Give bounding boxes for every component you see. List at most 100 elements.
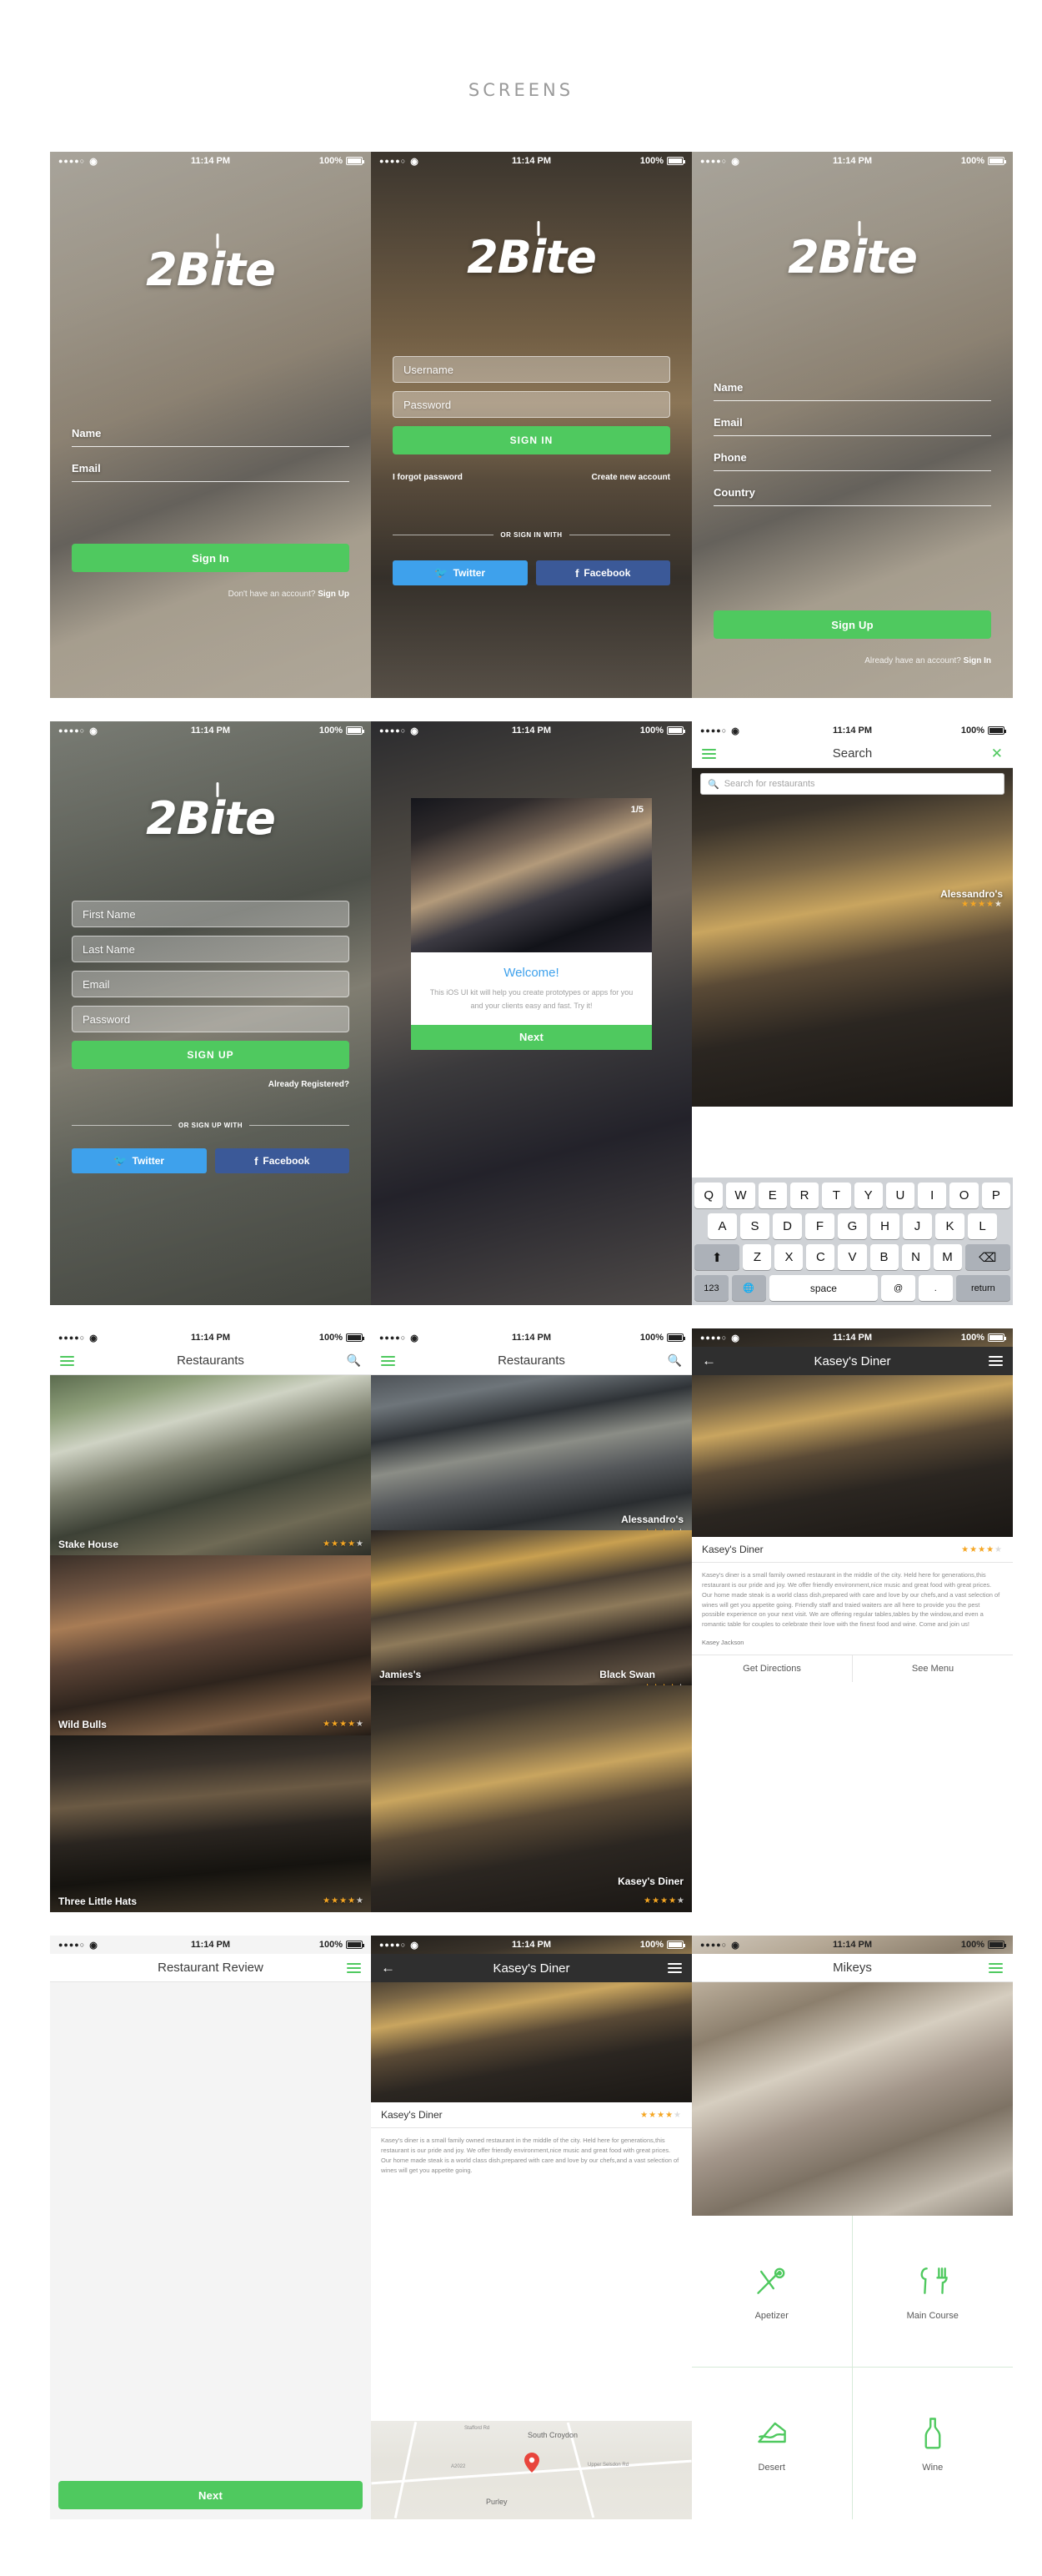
- key-n[interactable]: N: [901, 1244, 930, 1270]
- hamburger-icon[interactable]: [989, 1961, 1003, 1976]
- field-email[interactable]: Email: [714, 416, 991, 436]
- restaurant-card[interactable]: Stake House ★★★★★: [50, 1375, 371, 1555]
- category-desert[interactable]: Desert: [692, 2368, 853, 2519]
- next-button[interactable]: Next: [411, 1024, 652, 1050]
- next-button[interactable]: Next: [58, 2481, 363, 2509]
- category-apetizer[interactable]: Apetizer: [692, 2216, 853, 2368]
- key-s[interactable]: S: [740, 1213, 769, 1239]
- screen-restaurant-map[interactable]: ●●●●○ ◉ 11:14 PM 100% ← Kasey's Diner Ka…: [371, 1936, 692, 2519]
- globe-icon[interactable]: 🌐: [731, 1275, 766, 1301]
- key-h[interactable]: H: [870, 1213, 899, 1239]
- signup-link[interactable]: Sign Up: [318, 590, 349, 599]
- key-a[interactable]: A: [708, 1213, 737, 1239]
- key-v[interactable]: V: [838, 1244, 867, 1270]
- search-input[interactable]: 🔍 Search for restaurants: [700, 773, 1004, 795]
- password-input[interactable]: Password: [393, 391, 670, 418]
- key-i[interactable]: I: [918, 1183, 947, 1208]
- create-account-link[interactable]: Create new account: [592, 473, 670, 482]
- hamburger-icon[interactable]: [347, 1961, 361, 1976]
- hamburger-icon[interactable]: [702, 746, 716, 761]
- period-key[interactable]: .: [918, 1275, 953, 1301]
- map-pin-icon[interactable]: [524, 2453, 539, 2477]
- email-input[interactable]: Email: [72, 971, 349, 997]
- signin-button[interactable]: SIGN IN: [393, 426, 670, 454]
- twitter-button[interactable]: 🐦 Twitter: [393, 560, 528, 585]
- facebook-button[interactable]: f Facebook: [214, 1148, 349, 1173]
- field-email[interactable]: Email: [72, 462, 349, 482]
- see-menu-button[interactable]: See Menu: [852, 1655, 1013, 1682]
- facebook-button[interactable]: f Facebook: [535, 560, 670, 585]
- screen-review[interactable]: ●●●●○ ◉ 11:14 PM 100% Restaurant Review …: [50, 1936, 371, 2519]
- key-o[interactable]: O: [949, 1183, 979, 1208]
- restaurant-card[interactable]: Alessandro's ★★★★★: [371, 1375, 692, 1530]
- back-arrow-icon[interactable]: ←: [702, 1353, 716, 1369]
- key-c[interactable]: C: [806, 1244, 835, 1270]
- signup-button[interactable]: Sign Up: [714, 610, 991, 639]
- key-t[interactable]: T: [822, 1183, 851, 1208]
- key-q[interactable]: Q: [694, 1183, 724, 1208]
- already-registered-link[interactable]: Already Registered?: [268, 1080, 349, 1089]
- category-wine[interactable]: Wine: [853, 2368, 1014, 2519]
- space-key[interactable]: space: [769, 1275, 879, 1301]
- screen-search[interactable]: ●●●●○ ◉ 11:14 PM 100% Search ✕ Alessandr…: [692, 721, 1013, 1305]
- key-b[interactable]: B: [869, 1244, 899, 1270]
- hamburger-icon[interactable]: [668, 1961, 682, 1976]
- screen-signin-simple[interactable]: ●●●●○ ◉ 11:14 PM 100% 2Bite Name Email S: [50, 152, 371, 698]
- key-f[interactable]: F: [805, 1213, 834, 1239]
- close-icon[interactable]: ✕: [991, 746, 1003, 761]
- screen-signup-simple[interactable]: ●●●●○ ◉ 11:14 PM 100% 2Bite Name Email P…: [692, 152, 1013, 698]
- key-r[interactable]: R: [789, 1183, 819, 1208]
- hamburger-icon[interactable]: [381, 1353, 395, 1368]
- key-x[interactable]: X: [774, 1244, 804, 1270]
- get-directions-button[interactable]: Get Directions: [692, 1655, 852, 1682]
- map-view[interactable]: Stafford Rd South Croydon A2022 Upper Se…: [371, 2421, 692, 2519]
- screen-onboarding[interactable]: ●●●●○ ◉ 11:14 PM 100% 1/5 Welcome! This …: [371, 721, 692, 1305]
- field-country[interactable]: Country: [714, 486, 991, 506]
- username-input[interactable]: Username: [393, 356, 670, 383]
- hamburger-icon[interactable]: [60, 1353, 74, 1368]
- signin-button[interactable]: Sign In: [72, 544, 349, 572]
- key-k[interactable]: K: [935, 1213, 964, 1239]
- return-key[interactable]: return: [955, 1275, 1010, 1301]
- key-y[interactable]: Y: [854, 1183, 883, 1208]
- key-l[interactable]: L: [968, 1213, 997, 1239]
- field-phone[interactable]: Phone: [714, 451, 991, 471]
- signup-hint[interactable]: Don't have an account? Sign Up: [228, 590, 349, 599]
- key-e[interactable]: E: [758, 1183, 787, 1208]
- key-g[interactable]: G: [838, 1213, 867, 1239]
- first-name-input[interactable]: First Name: [72, 901, 349, 927]
- key-d[interactable]: D: [773, 1213, 802, 1239]
- screen-signup-full[interactable]: ●●●●○ ◉ 11:14 PM 100% 2Bite First Name L…: [50, 721, 371, 1305]
- forgot-password-link[interactable]: I forgot password: [393, 473, 463, 482]
- shift-icon[interactable]: ⬆: [694, 1244, 740, 1270]
- keyboard[interactable]: Q W E R T Y U I O P A S D F G H J K L ⬆ …: [692, 1178, 1013, 1305]
- field-name[interactable]: Name: [714, 381, 991, 401]
- signup-button[interactable]: SIGN UP: [72, 1041, 349, 1069]
- key-u[interactable]: U: [885, 1183, 915, 1208]
- twitter-button[interactable]: 🐦 Twitter: [72, 1148, 207, 1173]
- search-icon[interactable]: 🔍: [668, 1353, 682, 1368]
- signin-link[interactable]: Sign In: [964, 656, 991, 665]
- search-icon[interactable]: 🔍: [347, 1353, 361, 1368]
- key-j[interactable]: J: [903, 1213, 932, 1239]
- key-z[interactable]: Z: [743, 1244, 772, 1270]
- screen-login[interactable]: ●●●●○ ◉ 11:14 PM 100% 2Bite Username Pas…: [371, 152, 692, 698]
- restaurant-card[interactable]: Kasey's Diner ★★★★★: [371, 1685, 692, 1912]
- screen-restaurants-grid[interactable]: ●●●●○ ◉ 11:14 PM 100% Restaurants 🔍 Ales…: [371, 1328, 692, 1912]
- restaurant-card[interactable]: Jamies's Black Swan ★★★★★: [371, 1530, 692, 1685]
- screen-restaurants-list[interactable]: ●●●●○ ◉ 11:14 PM 100% Restaurants 🔍 Stak…: [50, 1328, 371, 1912]
- screen-menu-categories[interactable]: ●●●●○ ◉ 11:14 PM 100% Mikeys Apetizer Ma…: [692, 1936, 1013, 2519]
- restaurant-card[interactable]: Three Little Hats ★★★★★: [50, 1735, 371, 1912]
- hamburger-icon[interactable]: [989, 1353, 1003, 1368]
- key-w[interactable]: W: [726, 1183, 755, 1208]
- back-arrow-icon[interactable]: ←: [381, 1960, 395, 1976]
- category-main-course[interactable]: Main Course: [852, 2216, 1013, 2368]
- screen-restaurant-detail[interactable]: ●●●●○ ◉ 11:14 PM 100% ← Kasey's Diner Ka…: [692, 1328, 1013, 1912]
- last-name-input[interactable]: Last Name: [72, 936, 349, 962]
- password-input[interactable]: Password: [72, 1006, 349, 1032]
- field-name[interactable]: Name: [72, 427, 349, 447]
- backspace-icon[interactable]: ⌫: [964, 1244, 1010, 1270]
- restaurant-card[interactable]: Wild Bulls ★★★★★: [50, 1555, 371, 1735]
- key-m[interactable]: M: [933, 1244, 962, 1270]
- signin-hint[interactable]: Already have an account? Sign In: [864, 656, 991, 665]
